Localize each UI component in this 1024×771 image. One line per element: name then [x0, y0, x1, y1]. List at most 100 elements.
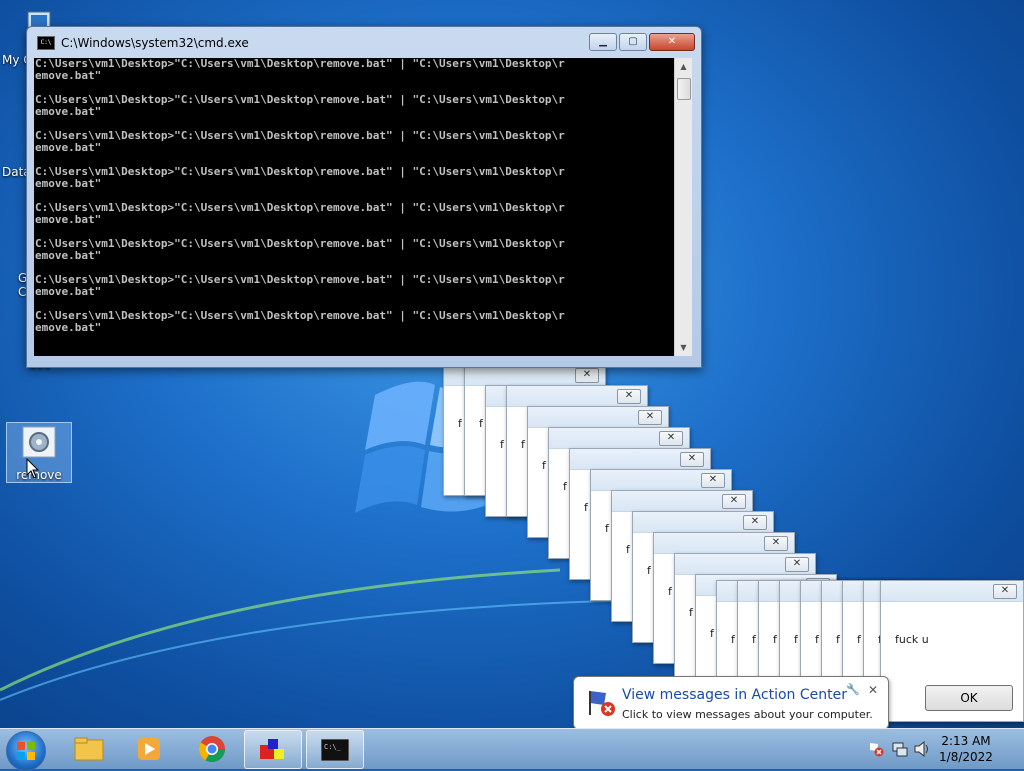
message-box-title-bar[interactable]: ✕ [570, 449, 710, 470]
message-box-title-bar[interactable]: ✕ [465, 365, 605, 386]
cmd-scrollbar[interactable]: ▲ ▼ [674, 58, 692, 356]
console-line: C:\Users\vm1\Desktop>"C:\Users\vm1\Deskt… [35, 309, 565, 322]
taskbar-explorer[interactable] [62, 730, 118, 767]
colored-cubes-icon [260, 739, 284, 759]
message-box-close-icon[interactable]: ✕ [659, 431, 683, 446]
message-box-close-icon[interactable]: ✕ [575, 368, 599, 383]
message-box-title-bar[interactable]: ✕ [528, 407, 668, 428]
console-line: emove.bat" [35, 285, 102, 298]
svg-text:C:\_: C:\_ [324, 743, 342, 751]
media-player-icon [138, 738, 160, 760]
cmd-icon: C:\ [37, 36, 55, 50]
scroll-thumb[interactable] [677, 78, 691, 100]
message-box-front[interactable]: ✕ fuck u OK [880, 580, 1024, 722]
action-center-tray-icon[interactable] [868, 741, 884, 757]
taskbar-app-cubes[interactable] [244, 730, 302, 769]
console-line: emove.bat" [35, 249, 102, 262]
message-box-title-bar[interactable]: ✕ [612, 491, 752, 512]
message-box-text: f [521, 438, 525, 451]
message-box-text: f [626, 543, 630, 556]
cmd-window[interactable]: C:\ C:\Windows\system32\cmd.exe ▁ ▢ ✕ C:… [26, 26, 702, 368]
cmd-title-bar[interactable]: C:\ C:\Windows\system32\cmd.exe [37, 33, 249, 53]
message-box-title-bar[interactable]: ✕ [549, 428, 689, 449]
folder-icon [74, 737, 104, 761]
taskbar-media-player[interactable] [122, 730, 178, 767]
message-box-title-bar[interactable]: ✕ [654, 533, 794, 554]
message-box-text: f [584, 501, 588, 514]
console-line: C:\Users\vm1\Desktop>"C:\Users\vm1\Deskt… [35, 93, 565, 106]
message-box-close-icon[interactable]: ✕ [785, 557, 809, 572]
message-box-close-icon[interactable]: ✕ [701, 473, 725, 488]
console-line: emove.bat" [35, 69, 102, 82]
notification-body: Click to view messages about your comput… [622, 708, 873, 721]
message-box-close-icon[interactable]: ✕ [722, 494, 746, 509]
message-box-title-bar[interactable]: ✕ [633, 512, 773, 533]
message-box-close-icon[interactable]: ✕ [680, 452, 704, 467]
notification-close-icon[interactable]: ✕ [868, 683, 878, 697]
console-line: emove.bat" [35, 177, 102, 190]
message-box-text: f [710, 627, 714, 640]
volume-icon[interactable] [914, 741, 932, 757]
message-box-close-icon[interactable]: ✕ [617, 389, 641, 404]
mouse-cursor-icon [26, 458, 40, 479]
cmd-icon: C:\_ [321, 739, 349, 761]
message-box-text: f [857, 633, 861, 646]
cmd-console-output[interactable]: C:\Users\vm1\Desktop>"C:\Users\vm1\Deskt… [34, 58, 674, 356]
console-line: emove.bat" [35, 321, 102, 334]
message-box-text: f [794, 633, 798, 646]
message-box-text: f [668, 585, 672, 598]
message-box-title-bar[interactable]: ✕ [591, 470, 731, 491]
message-box-text: f [563, 480, 567, 493]
start-button[interactable] [6, 731, 46, 771]
console-line: emove.bat" [35, 105, 102, 118]
console-line: emove.bat" [35, 213, 102, 226]
message-box-text: f [731, 633, 735, 646]
taskbar-chrome[interactable] [184, 730, 240, 767]
console-line: C:\Users\vm1\Desktop>"C:\Users\vm1\Deskt… [35, 201, 565, 214]
console-line: C:\Users\vm1\Desktop>"C:\Users\vm1\Deskt… [35, 129, 565, 142]
message-box-text: f [500, 438, 504, 451]
console-line: C:\Users\vm1\Desktop>"C:\Users\vm1\Deskt… [35, 165, 565, 178]
message-box-text: f [773, 633, 777, 646]
minimize-button[interactable]: ▁ [589, 33, 617, 51]
clock-time: 2:13 AM [941, 734, 991, 748]
batch-file-gear-icon [22, 426, 56, 458]
settings-wrench-icon[interactable]: 🔧 [846, 683, 860, 696]
windows-flag-icon [17, 742, 35, 760]
message-box-title-bar[interactable]: ✕ [507, 386, 647, 407]
message-box-text: f [815, 633, 819, 646]
message-box-title-bar[interactable]: ✕ [675, 554, 815, 575]
taskbar: C:\_ 2:13 AM 1/8/2022 [0, 728, 1024, 771]
system-clock[interactable]: 2:13 AM 1/8/2022 [936, 733, 996, 765]
message-box-text: f [479, 417, 483, 430]
taskbar-cmd[interactable]: C:\_ [306, 730, 364, 769]
message-box-text: f [836, 633, 840, 646]
maximize-button[interactable]: ▢ [619, 33, 647, 51]
notification-title[interactable]: View messages in Action Center [622, 687, 847, 703]
message-box-text: fuck u [895, 633, 929, 646]
action-center-flag-icon [589, 691, 615, 716]
message-box-close-icon[interactable]: ✕ [743, 515, 767, 530]
ok-button[interactable]: OK [925, 685, 1013, 711]
message-box-close-icon[interactable]: ✕ [764, 536, 788, 551]
message-box-text: f [647, 564, 651, 577]
message-box-text: f [605, 522, 609, 535]
message-box-text: f [542, 459, 546, 472]
scroll-down-arrow-icon[interactable]: ▼ [675, 339, 692, 356]
clock-date: 1/8/2022 [939, 750, 993, 764]
network-icon[interactable] [892, 741, 908, 757]
console-line: C:\Users\vm1\Desktop>"C:\Users\vm1\Deskt… [35, 273, 565, 286]
console-line: C:\Users\vm1\Desktop>"C:\Users\vm1\Deskt… [35, 58, 565, 70]
message-box-text: f [752, 633, 756, 646]
message-box-text: f [458, 417, 462, 430]
desktop: My C Data G C dee remove ✕f✕f✕f✕f✕f✕f✕f✕ [0, 0, 1024, 728]
message-box-close-icon[interactable]: ✕ [993, 584, 1017, 599]
console-line: C:\Users\vm1\Desktop>"C:\Users\vm1\Deskt… [35, 237, 565, 250]
message-box-close-icon[interactable]: ✕ [638, 410, 662, 425]
message-box-title-bar[interactable]: ✕ [881, 581, 1023, 602]
scroll-up-arrow-icon[interactable]: ▲ [675, 58, 692, 75]
console-line: emove.bat" [35, 141, 102, 154]
action-center-notification[interactable]: View messages in Action Center Click to … [573, 676, 889, 730]
close-button[interactable]: ✕ [649, 33, 695, 51]
message-box-text: f [689, 606, 693, 619]
